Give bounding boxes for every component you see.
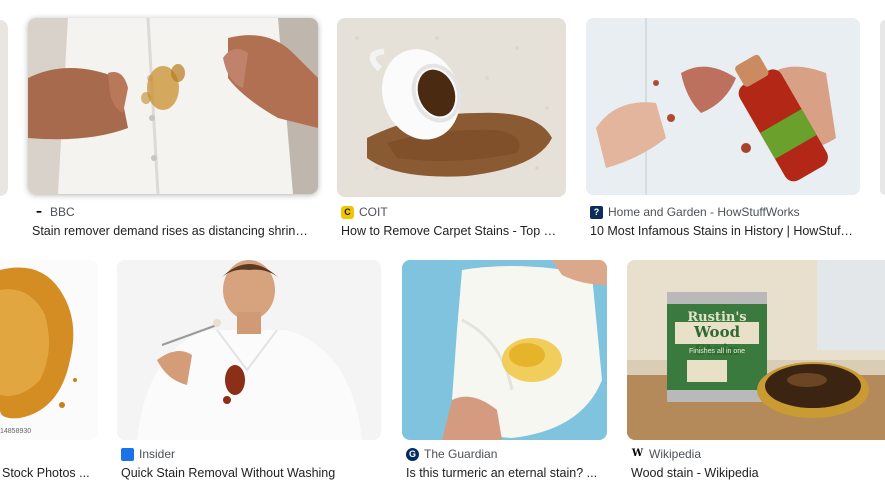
can-tagline: Finishes all in one: [688, 348, 746, 355]
result-source[interactable]: C COIT: [341, 205, 388, 219]
source-label: COIT: [359, 205, 388, 219]
source-label: Wikipedia: [649, 447, 702, 461]
partial-image-left-edge[interactable]: [0, 20, 8, 196]
result-title[interactable]: Stain remover demand rises as distancing…: [32, 224, 314, 238]
stock-watermark: 14858930: [0, 428, 32, 435]
bbc-icon: ▪▪▪: [32, 205, 45, 219]
wikipedia-icon: W: [631, 447, 644, 461]
insider-icon: [121, 447, 134, 461]
result-card-guardian[interactable]: G The Guardian Is this turmeric an etern…: [402, 260, 607, 482]
source-label: BBC: [50, 205, 75, 219]
result-title[interactable]: Quick Stain Removal Without Washing: [121, 466, 379, 480]
howstuffworks-icon: ?: [590, 205, 603, 219]
result-source[interactable]: ? Home and Garden - HowStuffWorks: [590, 205, 800, 219]
result-image[interactable]: Rustin's Wood Stain Finishes all in one: [627, 260, 885, 440]
result-image[interactable]: [28, 18, 318, 194]
result-card-stock-photo[interactable]: 14858930 Stock Photos ...: [0, 260, 98, 482]
result-card-howstuffworks[interactable]: ? Home and Garden - HowStuffWorks 10 Mos…: [586, 18, 860, 244]
result-title[interactable]: Wood stain - Wikipedia: [631, 466, 881, 480]
partial-card-right-edge[interactable]: [880, 20, 885, 195]
result-card-wikipedia[interactable]: Rustin's Wood Stain Finishes all in one …: [627, 260, 885, 482]
result-card-bbc[interactable]: ▪▪▪ BBC Stain remover demand rises as di…: [28, 18, 318, 244]
result-title[interactable]: 10 Most Infamous Stains in History | How…: [590, 224, 856, 238]
result-source[interactable]: Insider: [121, 447, 175, 461]
source-label: Home and Garden - HowStuffWorks: [608, 205, 800, 219]
source-label: Insider: [139, 447, 176, 461]
result-title[interactable]: Stock Photos ...: [2, 466, 98, 480]
result-image[interactable]: [402, 260, 607, 440]
result-card-coit[interactable]: C COIT How to Remove Carpet Stains - Top…: [337, 18, 566, 244]
result-title[interactable]: How to Remove Carpet Stains - Top 5 ...: [341, 224, 563, 238]
result-card-insider[interactable]: Insider Quick Stain Removal Without Wash…: [117, 260, 381, 482]
guardian-icon: G: [406, 447, 419, 461]
result-source[interactable]: W Wikipedia: [631, 447, 701, 461]
result-image[interactable]: 14858930: [0, 260, 98, 440]
coit-icon: C: [341, 205, 354, 219]
result-title[interactable]: Is this turmeric an eternal stain? ...: [406, 466, 604, 480]
result-image[interactable]: [337, 18, 566, 197]
result-source[interactable]: G The Guardian: [406, 447, 497, 461]
result-source[interactable]: ▪▪▪ BBC: [32, 205, 75, 219]
result-image[interactable]: [117, 260, 381, 440]
result-image[interactable]: [586, 18, 860, 195]
source-label: The Guardian: [424, 447, 498, 461]
